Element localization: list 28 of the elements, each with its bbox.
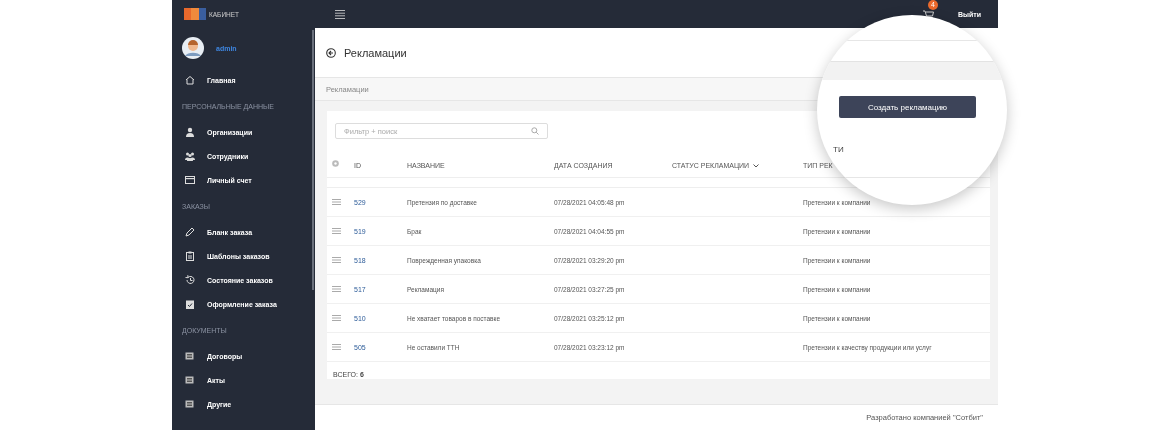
- person-icon: [185, 127, 195, 137]
- back-icon[interactable]: [326, 47, 336, 58]
- chevron-down-icon: [753, 163, 760, 168]
- avatar-icon: [182, 37, 204, 59]
- drag-handle-icon[interactable]: [332, 228, 341, 234]
- pencil-icon: [185, 227, 195, 237]
- card-icon: [185, 175, 195, 185]
- create-claim-button[interactable]: Создать рекламацию: [839, 96, 976, 118]
- drag-handle-icon[interactable]: [332, 315, 341, 321]
- people-icon: [185, 151, 195, 161]
- home-icon: [185, 75, 195, 85]
- history-icon: [185, 275, 195, 285]
- scrollbar[interactable]: [312, 30, 314, 290]
- menu-icon[interactable]: [335, 9, 345, 19]
- settings-icon[interactable]: [332, 159, 339, 167]
- drag-handle-icon[interactable]: [332, 286, 341, 292]
- page-title: Рекламации: [344, 46, 407, 59]
- document-icon: [185, 351, 195, 361]
- clipboard-icon: [185, 251, 195, 261]
- document-icon: [185, 399, 195, 409]
- document-icon: [185, 375, 195, 385]
- logo-icon: [184, 7, 206, 21]
- drag-handle-icon[interactable]: [332, 199, 341, 205]
- clipboard-check-icon: [185, 299, 195, 309]
- column-header-fragment: ТИ: [833, 145, 844, 154]
- drag-handle-icon[interactable]: [332, 344, 341, 350]
- drag-handle-icon[interactable]: [332, 257, 341, 263]
- search-icon: [531, 127, 539, 135]
